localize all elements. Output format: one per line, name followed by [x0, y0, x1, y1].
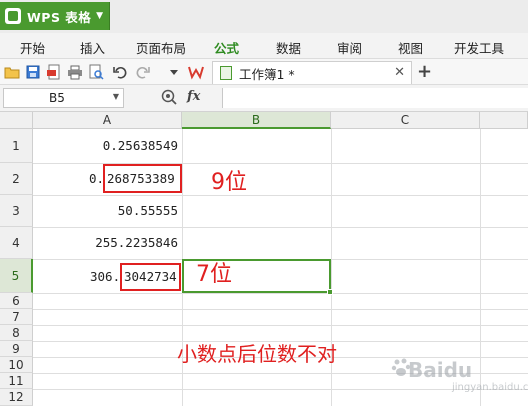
cell-a1[interactable]: 0.25638549 [103, 138, 178, 153]
row-header-4[interactable]: 4 [0, 227, 33, 259]
row-header-11[interactable]: 11 [0, 373, 33, 389]
row-header-6[interactable]: 6 [0, 293, 33, 309]
row-header-9[interactable]: 9 [0, 341, 33, 357]
row-header-7[interactable]: 7 [0, 309, 33, 325]
gridline [33, 325, 528, 326]
name-box[interactable]: B5 ▼ [3, 88, 124, 108]
select-all-corner[interactable] [0, 112, 33, 129]
tab-review[interactable]: 审阅 [337, 38, 362, 57]
export-pdf-icon[interactable] [46, 64, 62, 80]
spreadsheet-window: WPS 表格 ▼ 开始 插入 页面布局 公式 数据 审阅 视图 开发工具 工作簿… [0, 0, 528, 406]
new-tab-plus-icon[interactable]: + [417, 61, 432, 82]
row-header-10[interactable]: 10 [0, 357, 33, 373]
open-folder-icon[interactable] [4, 64, 20, 80]
cell-a3[interactable]: 50.55555 [118, 203, 178, 218]
gridline [33, 227, 528, 228]
tab-home[interactable]: 开始 [20, 38, 45, 57]
column-header-a[interactable]: A [33, 112, 182, 129]
title-bar: WPS 表格 ▼ [0, 0, 528, 33]
document-tab-label: 工作簿1 * [239, 66, 295, 82]
gridline [33, 293, 528, 294]
app-title: WPS 表格 [27, 9, 92, 25]
fill-handle[interactable] [327, 289, 333, 295]
dropdown-icon[interactable] [166, 64, 182, 80]
app-menu-button[interactable]: WPS 表格 ▼ [0, 2, 110, 30]
gridline [33, 309, 528, 310]
insert-function-button[interactable]: fx [187, 89, 200, 104]
tab-data[interactable]: 数据 [276, 38, 301, 57]
watermark-subtext: jingyan.baidu.com [452, 382, 528, 393]
wps-w-logo-icon [188, 66, 204, 80]
close-icon[interactable]: ✕ [394, 65, 405, 80]
save-icon[interactable] [25, 64, 41, 80]
cell-a4[interactable]: 255.2235846 [95, 235, 178, 250]
document-tab[interactable]: 工作簿1 * ✕ [212, 61, 412, 84]
row-header-1[interactable]: 1 [0, 129, 33, 163]
print-preview-icon[interactable] [88, 64, 104, 80]
tab-insert[interactable]: 插入 [80, 38, 105, 57]
tab-view[interactable]: 视图 [398, 38, 423, 57]
row-header-12[interactable]: 12 [0, 389, 33, 406]
wps-logo-icon [5, 8, 21, 24]
formula-bar: B5 ▼ fx [0, 85, 528, 112]
column-header-d[interactable] [480, 112, 528, 129]
ribbon-tabs: 开始 插入 页面布局 公式 数据 审阅 视图 开发工具 [0, 33, 528, 59]
watermark-text: Baidu [408, 358, 473, 382]
highlight-box-row5 [120, 263, 181, 291]
annotation-7-digits: 7位 [196, 262, 232, 287]
print-icon[interactable] [67, 64, 83, 80]
find-zoom-icon[interactable] [160, 88, 178, 106]
column-header-c[interactable]: C [331, 112, 480, 129]
caret-down-icon: ▼ [96, 11, 103, 21]
row-header-8[interactable]: 8 [0, 325, 33, 341]
annotation-9-digits: 9位 [211, 170, 247, 195]
cell-a2-prefix[interactable]: 0. [89, 171, 104, 186]
formula-input[interactable] [222, 88, 528, 108]
highlight-box-row2 [103, 164, 182, 193]
row-header-3[interactable]: 3 [0, 195, 33, 227]
name-box-value: B5 [49, 91, 65, 105]
redo-icon[interactable] [135, 64, 151, 80]
column-header-b[interactable]: B [182, 112, 331, 129]
sheet-grid: A B C 1 2 3 4 5 6 7 8 9 10 11 12 0.25638… [0, 112, 528, 406]
spreadsheet-file-icon [220, 66, 232, 80]
annotation-note: 小数点后位数不对 [177, 342, 337, 366]
row-header-5[interactable]: 5 [0, 259, 33, 293]
cell-a5-prefix[interactable]: 306. [90, 269, 120, 284]
baidu-watermark: Baidu jingyan.baidu.com [390, 352, 528, 396]
tab-developer[interactable]: 开发工具 [454, 38, 504, 57]
quick-access-toolbar: 工作簿1 * ✕ + [0, 59, 528, 85]
tab-page-layout[interactable]: 页面布局 [136, 38, 186, 57]
tab-formulas[interactable]: 公式 [214, 38, 239, 57]
row-header-2[interactable]: 2 [0, 163, 33, 195]
undo-icon[interactable] [112, 64, 128, 80]
gridline [33, 195, 528, 196]
caret-down-icon[interactable]: ▼ [113, 92, 119, 101]
